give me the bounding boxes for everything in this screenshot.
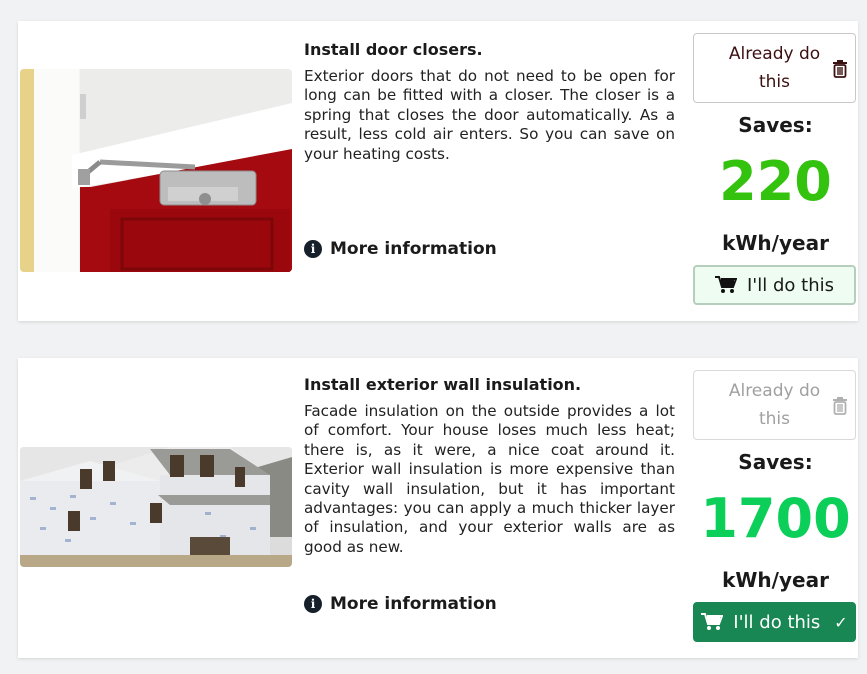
trash-icon xyxy=(833,60,847,78)
ill-do-this-label: I'll do this xyxy=(733,611,821,633)
already-do-this-button[interactable]: Already do this xyxy=(693,370,856,440)
already-do-this-label: Already do this xyxy=(728,44,821,92)
check-icon: ✓ xyxy=(834,612,848,632)
measure-card-door-closers: Install door closers. Exterior doors tha… xyxy=(18,21,858,321)
measure-title: Install exterior wall insulation. xyxy=(304,375,582,394)
measure-description: Exterior doors that do not need to be op… xyxy=(304,67,675,163)
cart-icon xyxy=(715,276,737,293)
cart-icon xyxy=(701,613,724,630)
saves-label: Saves: xyxy=(738,113,813,137)
measure-body: Install exterior wall insulation. Facade… xyxy=(304,374,675,557)
info-icon: i xyxy=(304,240,322,258)
measure-actions: Already do this Saves: 1700 kWh/year I'l… xyxy=(693,358,858,658)
already-do-this-label: Already do this xyxy=(728,381,821,429)
measure-description: Facade insulation on the outside provide… xyxy=(304,402,675,556)
more-information-link[interactable]: i More information xyxy=(304,594,497,614)
door-closer-image xyxy=(20,69,292,272)
more-information-label: More information xyxy=(330,594,497,614)
ill-do-this-button[interactable]: I'll do this ✓ xyxy=(693,602,856,642)
wall-insulation-image xyxy=(20,447,292,567)
savings-value: 1700 xyxy=(700,487,851,550)
measure-body: Install door closers. Exterior doors tha… xyxy=(304,39,675,164)
info-icon: i xyxy=(304,595,322,613)
saves-label: Saves: xyxy=(738,450,813,474)
measure-actions: Already do this Saves: 220 kWh/year I'll… xyxy=(693,21,858,321)
trash-icon xyxy=(833,397,847,415)
measure-card-exterior-wall-insulation: Install exterior wall insulation. Facade… xyxy=(18,358,858,658)
ill-do-this-label: I'll do this xyxy=(747,274,834,296)
savings-unit: kWh/year xyxy=(722,231,829,255)
ill-do-this-button[interactable]: I'll do this xyxy=(693,265,856,305)
more-information-label: More information xyxy=(330,239,497,259)
already-do-this-button[interactable]: Already do this xyxy=(693,33,856,103)
more-information-link[interactable]: i More information xyxy=(304,239,497,259)
savings-value: 220 xyxy=(719,150,832,213)
measure-title: Install door closers. xyxy=(304,40,483,59)
savings-unit: kWh/year xyxy=(722,568,829,592)
